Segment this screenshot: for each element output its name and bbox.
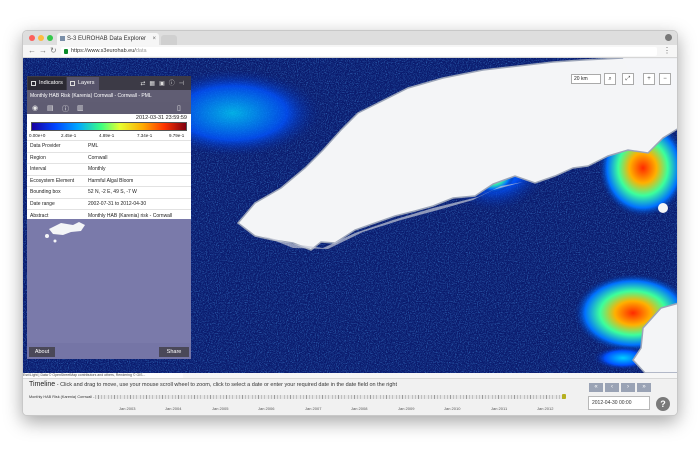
timeline-track[interactable]	[95, 395, 563, 399]
url-field[interactable]: https://www.s3eurohab.eu/data	[61, 47, 657, 56]
tab-title: S-3 EUROHAB Data Explorer	[67, 36, 147, 42]
browser-tabbar: S-3 EUROHAB Data Explorer ×	[23, 31, 677, 45]
chart-icon[interactable]: ▥	[77, 104, 84, 112]
visibility-eye-icon[interactable]: ◉	[32, 104, 38, 112]
info-key: Data Provider	[27, 140, 85, 152]
info-key: Region	[27, 151, 85, 164]
timeline-year: Jan 2009	[398, 406, 415, 411]
export-icon[interactable]: ▤	[47, 104, 54, 112]
url-path: data	[135, 48, 147, 54]
filter-icon	[31, 81, 36, 86]
timeline-year: Jan 2004	[165, 406, 182, 411]
layers-icon	[70, 81, 75, 86]
info-value: PML	[85, 140, 191, 152]
table-row: Ecosystem Element Harmful Algal Bloom	[27, 174, 191, 187]
about-button[interactable]: About	[29, 347, 55, 357]
legend-timestamp: 2012-03-31 23:59:59	[135, 115, 187, 121]
new-tab-button[interactable]	[161, 35, 177, 45]
timeline-title: Timeline	[29, 381, 56, 388]
timeline-year: Jan 2005	[212, 406, 229, 411]
zoom-out-icon[interactable]: −	[659, 73, 671, 85]
collapse-icon[interactable]: ⊣	[179, 81, 188, 87]
delete-icon[interactable]: ▯	[177, 104, 181, 112]
info-value: Harmful Algal Bloom	[85, 174, 191, 187]
info-value: 2002-07-31 to 2012-04-30	[85, 197, 191, 210]
info-key: Date range	[27, 197, 85, 210]
table-row: Bounding box 52 N, -2 E, 49 S, -7 W	[27, 186, 191, 198]
table-row: Date range 2002-07-31 to 2012-04-30	[27, 197, 191, 210]
sidebar-header: Indicators Layers ⇄▦▣ⓘ⊣	[27, 76, 191, 90]
tab-layers[interactable]: Layers	[67, 77, 99, 90]
briefcase-icon[interactable]: ▣	[159, 81, 169, 87]
address-bar: ← → ↻ https://www.s3eurohab.eu/data ⋮	[23, 45, 677, 58]
legend-tick: 2.45e-1	[61, 133, 77, 138]
timeline-year: Jan 2011	[491, 406, 508, 411]
sidebar-panel: Indicators Layers ⇄▦▣ⓘ⊣ Monthly HAB Risk…	[27, 76, 191, 359]
island-shapes	[45, 222, 85, 243]
timeline-instructions: - Click and drag to move, use your mouse…	[56, 382, 397, 388]
tab-layers-label: Layers	[78, 80, 95, 86]
maximize-window-icon[interactable]	[47, 35, 53, 41]
browser-window: S-3 EUROHAB Data Explorer × ← → ↻ https:…	[22, 30, 678, 416]
info-key: Interval	[27, 163, 85, 175]
timeline-date-field[interactable]: 2012-04-30 00:00	[588, 396, 650, 410]
table-row: Interval Monthly	[27, 163, 191, 175]
timeline-header: Timeline - Click and drag to move, use y…	[29, 381, 397, 388]
url-domain: https://www.s3eurohab.eu/	[71, 48, 136, 54]
timeline-year: Jan 2007	[305, 406, 322, 411]
timeline-year: Jan 2012	[537, 406, 554, 411]
lock-icon	[64, 49, 68, 54]
timeline-prev-button[interactable]: ‹	[605, 383, 619, 392]
layer-info-table: Data Provider PML Region Cornwall Interval…	[27, 140, 191, 221]
info-value: Cornwall	[85, 151, 191, 164]
timeline-year: Jan 2008	[351, 406, 368, 411]
info-key: Ecosystem Element	[27, 174, 85, 187]
map-view[interactable]: 20 km ⌕ ⤢ + − Indicators Layers ⇄▦▣ⓘ⊣ Mo…	[23, 58, 677, 373]
timeline-next-button[interactable]: ›	[621, 383, 635, 392]
legend-tick: 0.00e+0	[29, 133, 46, 138]
fullscreen-icon[interactable]: ⤢	[622, 73, 634, 85]
layer-tools: ◉ ▤ ⓘ ▥ ▯	[27, 102, 191, 115]
browser-tab[interactable]: S-3 EUROHAB Data Explorer ×	[57, 33, 159, 45]
back-icon[interactable]: ←	[28, 46, 36, 55]
table-row: Data Provider PML	[27, 140, 191, 152]
tab-indicators[interactable]: Indicators	[28, 77, 66, 90]
favicon-icon	[60, 36, 65, 41]
tab-indicators-label: Indicators	[39, 80, 63, 86]
info-key: Bounding box	[27, 186, 85, 198]
close-tab-icon[interactable]: ×	[152, 33, 156, 45]
calendar-icon[interactable]: ▦	[149, 81, 159, 87]
color-legend: 2012-03-31 23:59:59 0.00e+0 2.45e-1 4.89…	[27, 114, 191, 140]
profile-icon[interactable]	[665, 34, 672, 41]
sidebar-toolbar: ⇄▦▣ⓘ⊣	[140, 78, 188, 87]
timeline-panel: Timeline - Click and drag to move, use y…	[23, 378, 677, 415]
legend-color-bar	[31, 122, 187, 131]
table-row: Region Cornwall	[27, 151, 191, 164]
legend-tick: 4.89e-1	[99, 133, 115, 138]
close-window-icon[interactable]	[29, 35, 35, 41]
layer-title: Monthly HAB Risk (Karenia) Cornwall - Co…	[27, 90, 191, 102]
search-icon[interactable]: ⌕	[604, 73, 616, 85]
legend-tick: 9.79e-1	[169, 133, 185, 138]
legend-tick: 7.34e-1	[137, 133, 153, 138]
sidebar-map-area	[27, 219, 191, 343]
browser-menu-icon[interactable]: ⋮	[663, 46, 671, 55]
map-scale: 20 km	[571, 74, 601, 84]
info-icon[interactable]: ⓘ	[169, 81, 179, 87]
timeline-year: Jan 2006	[258, 406, 275, 411]
timeline-last-button[interactable]: »	[637, 383, 651, 392]
timeline-first-button[interactable]: «	[589, 383, 603, 392]
zoom-in-icon[interactable]: +	[643, 73, 655, 85]
share-button[interactable]: Share	[159, 347, 189, 357]
info-value: Monthly	[85, 163, 191, 175]
reload-icon[interactable]: ↻	[50, 46, 57, 55]
forward-icon[interactable]: →	[39, 46, 47, 55]
help-button[interactable]: ?	[656, 397, 670, 411]
info-value: 52 N, -2 E, 49 S, -7 W	[85, 186, 191, 198]
timeline-current-marker[interactable]	[562, 394, 566, 399]
app: 20 km ⌕ ⤢ + − Indicators Layers ⇄▦▣ⓘ⊣ Mo…	[23, 58, 677, 415]
timeline-year: Jan 2003	[119, 406, 136, 411]
timeline-year: Jan 2010	[444, 406, 461, 411]
minimize-window-icon[interactable]	[38, 35, 44, 41]
